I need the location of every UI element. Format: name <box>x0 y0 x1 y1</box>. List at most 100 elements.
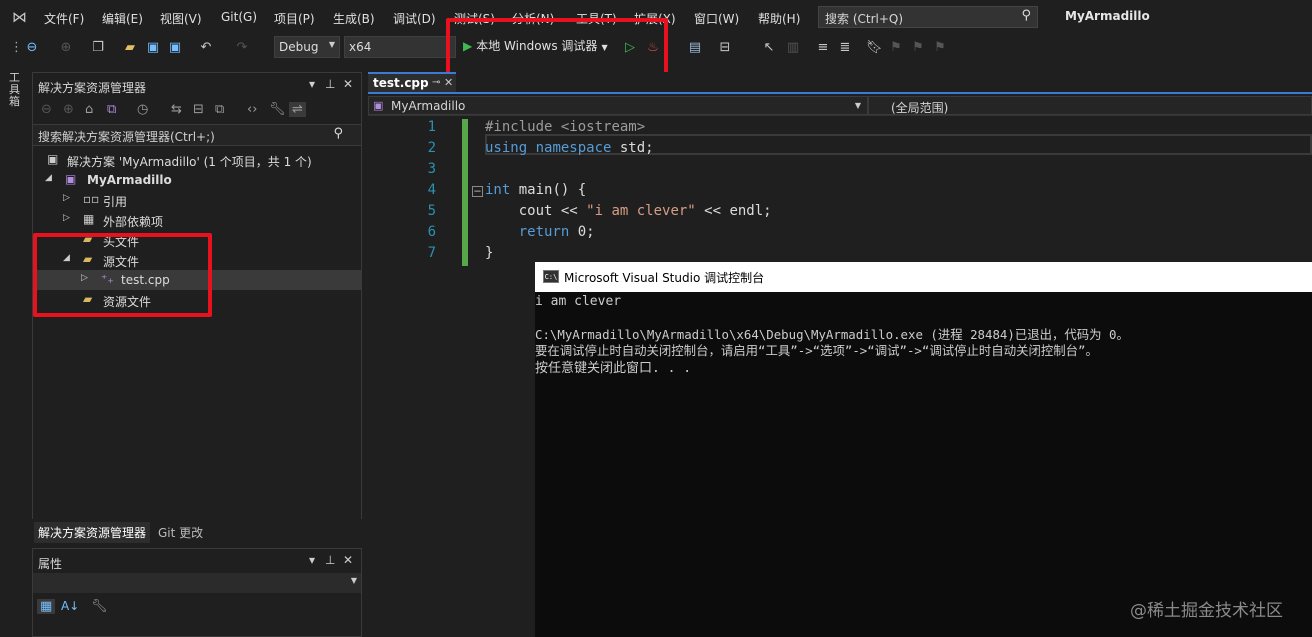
menu-file[interactable]: 文件(F) <box>44 10 84 27</box>
categorized-icon[interactable]: ▦ <box>37 599 56 614</box>
code-line[interactable]: return 0; <box>485 224 595 240</box>
change-indicator <box>462 119 468 266</box>
platform-select[interactable]: x64 <box>344 36 456 58</box>
line-number: 3 <box>427 161 436 177</box>
external-deps-icon: ▦ <box>83 212 95 226</box>
visual-studio-logo-icon[interactable]: ⋈ <box>12 8 34 26</box>
comment-icon[interactable]: ≡ <box>814 38 832 58</box>
solution-search-placeholder: 搜索解决方案资源管理器(Ctrl+;) <box>38 130 215 144</box>
code-line[interactable]: cout << "i am clever" << endl; <box>485 203 772 219</box>
back-icon[interactable]: ⊖ <box>41 102 52 117</box>
back-icon[interactable]: ⊖ <box>22 38 42 58</box>
collapsed-arrow-icon[interactable]: ▷ <box>63 193 70 203</box>
show-all-files-icon[interactable]: ⧉ <box>215 102 224 117</box>
debug-console-window[interactable]: C:\ Microsoft Visual Studio 调试控制台 i am c… <box>535 262 1312 637</box>
solution-search-input[interactable]: 搜索解决方案资源管理器(Ctrl+;) ⚲ <box>33 124 361 146</box>
references-label: 引用 <box>103 195 128 209</box>
nav-scope-label: (全局范围) <box>891 101 949 115</box>
menu-debug[interactable]: 调试(D) <box>393 10 436 27</box>
clear-bookmarks-icon[interactable]: ⚑ <box>932 38 948 58</box>
configuration-select[interactable]: Debug ▼ <box>274 36 340 58</box>
collapse-all-icon[interactable]: ⊟ <box>193 102 204 117</box>
properties-object-select[interactable]: ▼ <box>33 573 361 593</box>
menu-window[interactable]: 窗口(W) <box>694 10 739 27</box>
uncomment-icon[interactable]: ≣ <box>836 38 854 58</box>
close-icon[interactable]: ✕ <box>343 77 353 91</box>
tree-project[interactable]: ◢ ▣ MyArmadillo <box>33 170 361 190</box>
close-icon[interactable]: ✕ <box>444 76 453 89</box>
collapse-toggle-icon[interactable]: − <box>472 185 483 197</box>
code-line[interactable]: #include <iostream> <box>485 119 645 135</box>
cpp-project-icon: ▣ <box>65 172 77 186</box>
menu-project[interactable]: 项目(P) <box>274 10 315 27</box>
menu-edit[interactable]: 编辑(E) <box>102 10 143 27</box>
references-icon: ▫▫ <box>83 192 100 206</box>
menu-help[interactable]: 帮助(H) <box>758 10 800 27</box>
tab-solution-explorer[interactable]: 解决方案资源管理器 <box>34 522 151 543</box>
select-icon[interactable]: ↖ <box>760 38 778 58</box>
chevron-down-icon: ▼ <box>350 576 357 585</box>
app-title: MyArmadillo <box>1065 9 1150 23</box>
pending-changes-icon[interactable]: ◷ <box>137 102 148 117</box>
menu-build[interactable]: 生成(B) <box>333 10 375 27</box>
search-icon: ⚲ <box>1021 8 1031 23</box>
line-number: 1 <box>427 119 436 135</box>
forward-icon[interactable]: ⊕ <box>63 102 74 117</box>
code-line[interactable]: int main() { <box>485 182 586 198</box>
line-number: 4 <box>427 182 436 198</box>
toolbox-tab[interactable]: 工具箱 <box>9 72 25 108</box>
explorer-bottom-tabs: 解决方案资源管理器 Git 更改 <box>32 519 362 543</box>
solution-folder-icon[interactable]: ▤ <box>686 38 704 58</box>
left-tool-strip <box>0 63 32 637</box>
forward-icon[interactable]: ⊕ <box>56 38 76 58</box>
tree-external-deps[interactable]: ▷ ▦ 外部依赖项 <box>33 210 361 230</box>
menu-git[interactable]: Git(G) <box>221 10 257 24</box>
code-line[interactable]: } <box>485 245 493 261</box>
platform-value: x64 <box>349 40 372 54</box>
tree-solution[interactable]: ▣ 解决方案 'MyArmadillo' (1 个项目，共 1 个) <box>33 150 361 170</box>
property-pages-icon[interactable]: 🔧︎ <box>91 599 108 614</box>
prev-bookmark-icon[interactable]: ⚑ <box>888 38 904 58</box>
window-layout-icon[interactable]: ⊟ <box>716 38 734 58</box>
properties-wrench-icon[interactable]: 🔧︎ <box>269 102 286 117</box>
dropdown-icon[interactable]: ▾ <box>309 77 315 91</box>
solution-label: 解决方案 'MyArmadillo' (1 个项目，共 1 个) <box>67 155 312 169</box>
bookmark-icon[interactable]: 🔖︎ <box>866 38 883 58</box>
pin-icon[interactable]: ⊥ <box>325 553 335 567</box>
code-line[interactable]: using namespace std; <box>485 140 654 156</box>
new-project-icon[interactable]: ❐ <box>88 38 108 58</box>
close-icon[interactable]: ✕ <box>343 553 353 567</box>
tab-git-changes[interactable]: Git 更改 <box>154 522 207 543</box>
watermark: @稀土掘金技术社区 <box>1130 601 1283 621</box>
save-all-icon[interactable]: ▣ <box>166 38 184 58</box>
switch-views-icon[interactable]: ⧉ <box>107 102 116 117</box>
sync-icon[interactable]: ⇆ <box>171 102 182 117</box>
line-number: 7 <box>427 245 436 261</box>
open-folder-icon[interactable]: ▰ <box>120 38 140 58</box>
menu-view[interactable]: 视图(V) <box>160 10 202 27</box>
console-line: 按任意键关闭此窗口. . . <box>535 361 692 376</box>
navigation-bar: ▣ MyArmadillo ▼ (全局范围) <box>368 96 1312 116</box>
undo-icon[interactable]: ↶ <box>196 38 216 58</box>
tab-test-cpp[interactable]: test.cpp ⊸ ✕ <box>368 72 456 92</box>
home-icon[interactable]: ⌂ <box>85 102 93 117</box>
tree-references[interactable]: ▷ ▫▫ 引用 <box>33 190 361 210</box>
search-input[interactable]: 搜索 (Ctrl+Q) ⚲ <box>818 6 1038 28</box>
collapsed-arrow-icon[interactable]: ▷ <box>63 213 70 223</box>
configuration-value: Debug <box>279 40 319 54</box>
console-line: i am clever <box>535 294 622 309</box>
format-icon[interactable]: ▥ <box>784 38 802 58</box>
code-view-icon[interactable]: ‹› <box>247 102 257 117</box>
dropdown-icon[interactable]: ▾ <box>309 553 315 567</box>
console-title-bar[interactable]: C:\ Microsoft Visual Studio 调试控制台 <box>535 262 1312 292</box>
alphabetical-icon[interactable]: A↓ <box>61 599 79 613</box>
pin-icon[interactable]: ⊸ <box>432 77 440 88</box>
project-select[interactable]: ▣ MyArmadillo ▼ <box>368 96 868 115</box>
save-icon[interactable]: ▣ <box>144 38 162 58</box>
scope-select[interactable]: (全局范围) <box>868 96 1312 115</box>
expanded-arrow-icon[interactable]: ◢ <box>45 173 52 183</box>
next-bookmark-icon[interactable]: ⚑ <box>910 38 926 58</box>
pin-icon[interactable]: ⊥ <box>325 77 335 91</box>
redo-icon[interactable]: ↷ <box>232 38 252 58</box>
preview-icon[interactable]: ⇌ <box>289 102 306 117</box>
